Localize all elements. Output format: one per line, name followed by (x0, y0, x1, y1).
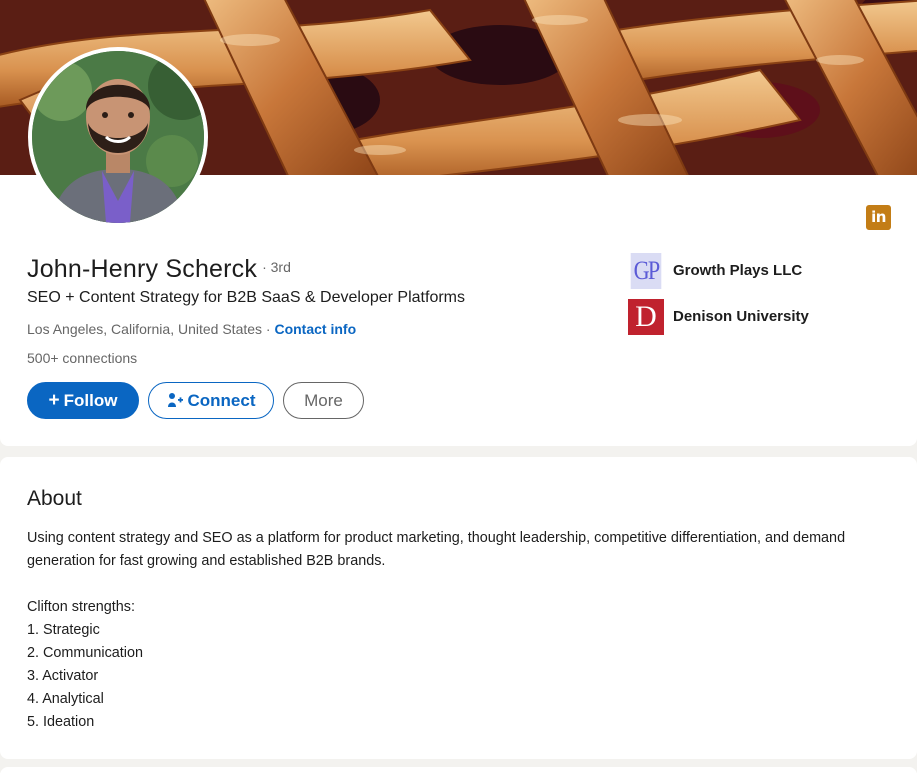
profile-headline: SEO + Content Strategy for B2B SaaS & De… (27, 289, 465, 306)
follow-button[interactable]: + Follow (27, 382, 139, 419)
location-row: Los Angeles, California, United States ·… (27, 321, 356, 337)
strengths-heading: Clifton strengths: (27, 599, 135, 615)
connect-button[interactable]: Connect (148, 382, 274, 419)
linkedin-logo-icon[interactable]: in (866, 205, 891, 230)
strength-item: 2. Communication (27, 645, 143, 661)
denison-logo-icon: D (628, 299, 664, 335)
next-section-edge (0, 767, 917, 773)
profile-top-card: in John-Henry Scherck · 3rd SEO + Content… (0, 0, 917, 446)
profile-location: Los Angeles, California, United States · (27, 321, 271, 337)
about-section: About Using content strategy and SEO as … (0, 457, 917, 759)
growth-plays-logo-icon: GP (630, 253, 662, 289)
contact-info-link[interactable]: Contact info (274, 321, 356, 337)
strength-item: 1. Strategic (27, 622, 100, 638)
strength-item: 5. Ideation (27, 714, 95, 730)
profile-avatar[interactable] (28, 47, 208, 227)
connect-label: Connect (187, 391, 256, 410)
connections-count[interactable]: 500+ connections (27, 350, 137, 366)
profile-photo (32, 51, 204, 223)
profile-name-row: John-Henry Scherck · 3rd (27, 255, 291, 284)
strength-item: 4. Analytical (27, 691, 104, 707)
follow-label: Follow (63, 391, 118, 410)
organization-name: Growth Plays LLC (673, 262, 803, 279)
strength-item: 3. Activator (27, 668, 99, 684)
more-button[interactable]: More (283, 382, 364, 419)
organization-name: Denison University (673, 308, 809, 325)
about-text: Using content strategy and SEO as a plat… (27, 527, 897, 734)
add-person-icon (167, 393, 183, 407)
profile-name: John-Henry Scherck (27, 255, 258, 283)
about-heading: About (27, 487, 82, 510)
profile-page: in John-Henry Scherck · 3rd SEO + Content… (0, 0, 917, 773)
about-paragraph: Using content strategy and SEO as a plat… (27, 530, 846, 569)
connection-degree: · 3rd (262, 259, 291, 275)
plus-icon: + (48, 390, 60, 411)
